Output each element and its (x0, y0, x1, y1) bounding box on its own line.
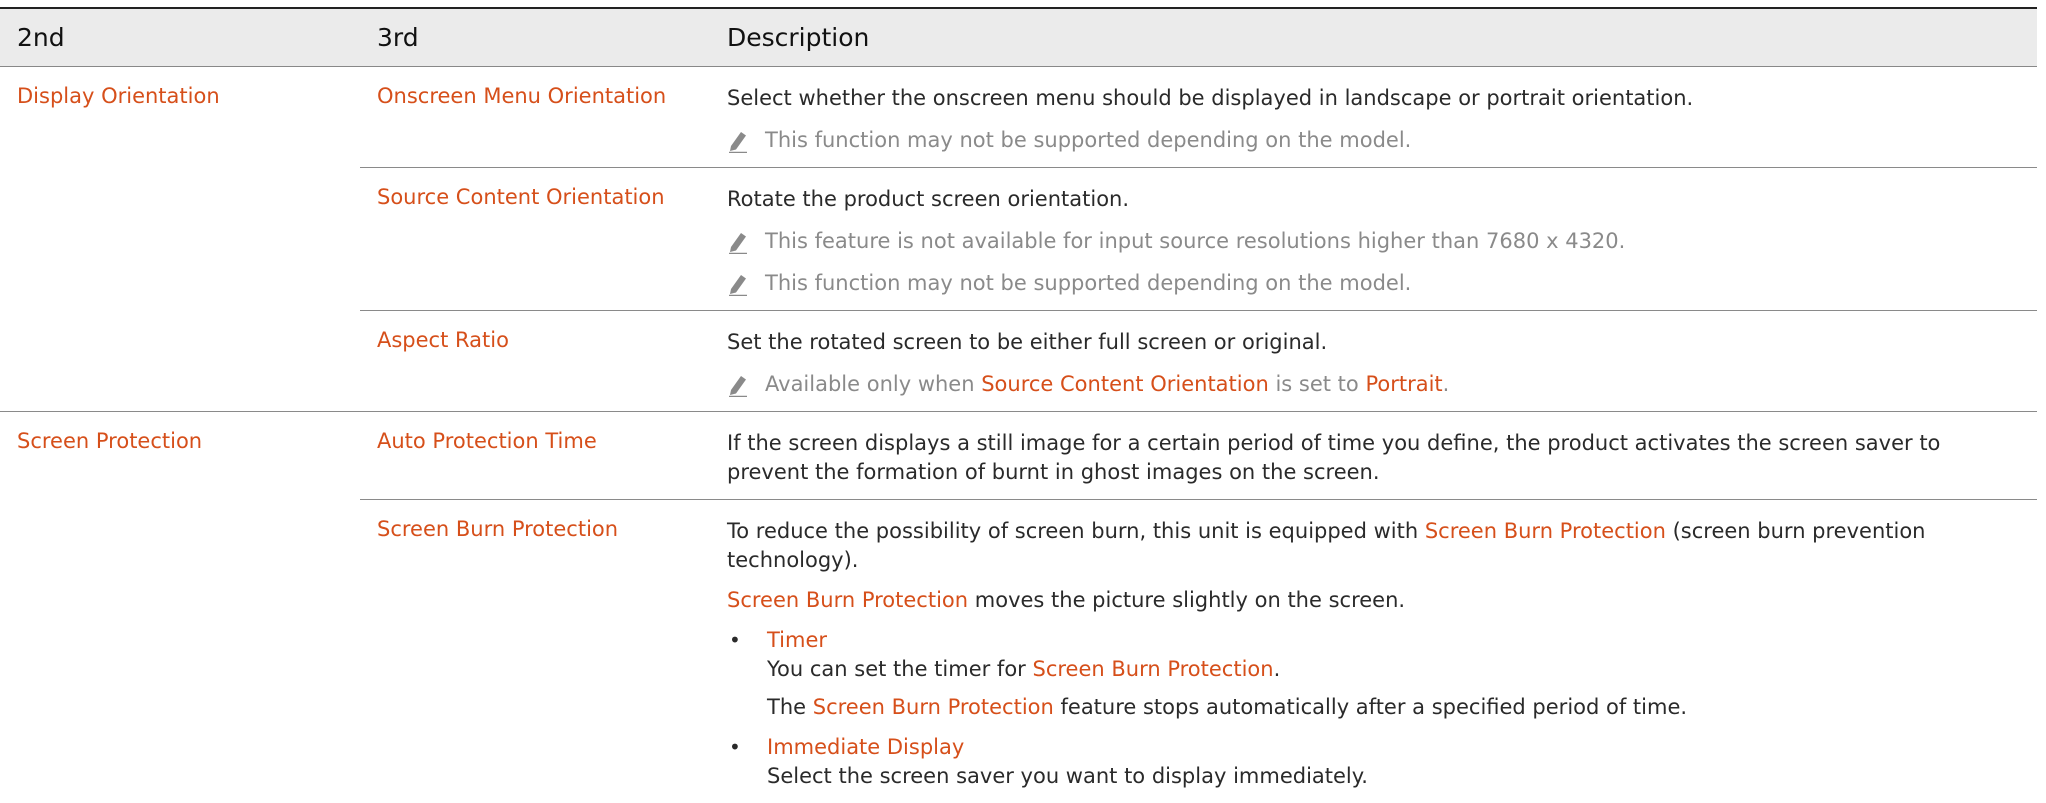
description-text: Rotate the product screen orientation. (727, 185, 2027, 214)
note-text-part: is set to (1269, 372, 1366, 396)
cell-onscreen-menu-orientation: Onscreen Menu Orientation (360, 67, 718, 168)
text-part: The (767, 695, 813, 719)
link-source-content-orientation: Source Content Orientation (981, 372, 1269, 396)
bullet-content: Timer You can set the timer for Screen B… (767, 626, 1687, 722)
description-text: Select whether the onscreen menu should … (727, 84, 2027, 113)
timer-description: You can set the timer for Screen Burn Pr… (767, 655, 1687, 684)
option-immediate-display[interactable]: Immediate Display (767, 733, 1368, 762)
bullet-dot: • (727, 733, 767, 791)
list-item-timer: • Timer You can set the timer for Screen… (727, 626, 2027, 722)
note-text: This feature is not available for input … (765, 227, 1625, 256)
option-timer[interactable]: Timer (767, 626, 1687, 655)
timer-description: The Screen Burn Protection feature stops… (767, 693, 1687, 722)
cell-source-content-orientation: Source Content Orientation (360, 168, 718, 311)
link-screen-burn-protection: Screen Burn Protection (1032, 657, 1273, 681)
note: This function may not be supported depen… (727, 126, 2027, 155)
description-text: If the screen displays a still image for… (727, 429, 2027, 487)
table-header-row: 2nd 3rd Description (0, 8, 2037, 67)
note-text: This function may not be supported depen… (765, 126, 1411, 155)
settings-table: 2nd 3rd Description Display Orientation … (0, 7, 2037, 803)
menu-item-display-orientation[interactable]: Display Orientation (17, 84, 220, 108)
cell-screen-burn-protection: Screen Burn Protection (360, 500, 718, 803)
menu-item-auto-protection-time[interactable]: Auto Protection Time (377, 429, 597, 453)
menu-item-source-content-orientation[interactable]: Source Content Orientation (377, 185, 665, 209)
text-part: feature stops automatically after a spec… (1054, 695, 1687, 719)
list-item-immediate-display: • Immediate Display Select the screen sa… (727, 733, 2027, 791)
desc-source-content-orientation: Rotate the product screen orientation. T… (718, 168, 2037, 311)
note: This function may not be supported depen… (727, 269, 2027, 298)
desc-screen-burn-protection: To reduce the possibility of screen burn… (718, 500, 2037, 803)
cell-auto-protection-time: Auto Protection Time (360, 412, 718, 500)
cell-aspect-ratio: Aspect Ratio (360, 311, 718, 412)
description-text: Set the rotated screen to be either full… (727, 328, 2027, 357)
note: Available only when Source Content Orien… (727, 370, 2027, 399)
text-part: You can set the timer for (767, 657, 1032, 681)
menu-item-aspect-ratio[interactable]: Aspect Ratio (377, 328, 509, 352)
text-part: moves the picture slightly on the screen… (968, 588, 1405, 612)
table-row: Screen Protection Auto Protection Time I… (0, 412, 2037, 500)
pencil-icon (727, 230, 749, 254)
settings-page: 2nd 3rd Description Display Orientation … (0, 0, 2046, 771)
description-paragraph: To reduce the possibility of screen burn… (727, 517, 2027, 575)
text-part: . (1274, 657, 1281, 681)
group-screen-protection: Screen Protection (0, 412, 360, 803)
note-text: This function may not be supported depen… (765, 269, 1411, 298)
bullet-dot: • (727, 626, 767, 722)
immediate-display-description: Select the screen saver you want to disp… (767, 762, 1368, 791)
table-row: Display Orientation Onscreen Menu Orient… (0, 67, 2037, 168)
link-screen-burn-protection: Screen Burn Protection (727, 588, 968, 612)
note-text-part: . (1443, 372, 1450, 396)
link-screen-burn-protection: Screen Burn Protection (813, 695, 1054, 719)
header-description: Description (718, 8, 2037, 67)
note-text-part: Available only when (765, 372, 981, 396)
pencil-icon (727, 373, 749, 397)
desc-auto-protection-time: If the screen displays a still image for… (718, 412, 2037, 500)
pencil-icon (727, 129, 749, 153)
note: This feature is not available for input … (727, 227, 2027, 256)
header-3rd: 3rd (360, 8, 718, 67)
header-2nd: 2nd (0, 8, 360, 67)
desc-aspect-ratio: Set the rotated screen to be either full… (718, 311, 2037, 412)
description-paragraph: Screen Burn Protection moves the picture… (727, 586, 2027, 615)
link-portrait: Portrait (1365, 372, 1442, 396)
pencil-icon (727, 272, 749, 296)
text-part: To reduce the possibility of screen burn… (727, 519, 1425, 543)
menu-item-screen-protection[interactable]: Screen Protection (17, 429, 202, 453)
group-display-orientation: Display Orientation (0, 67, 360, 412)
bullet-content: Immediate Display Select the screen save… (767, 733, 1368, 791)
link-screen-burn-protection: Screen Burn Protection (1425, 519, 1666, 543)
menu-item-screen-burn-protection[interactable]: Screen Burn Protection (377, 517, 618, 541)
note-text: Available only when Source Content Orien… (765, 370, 1449, 399)
menu-item-onscreen-menu-orientation[interactable]: Onscreen Menu Orientation (377, 84, 666, 108)
desc-onscreen-menu-orientation: Select whether the onscreen menu should … (718, 67, 2037, 168)
